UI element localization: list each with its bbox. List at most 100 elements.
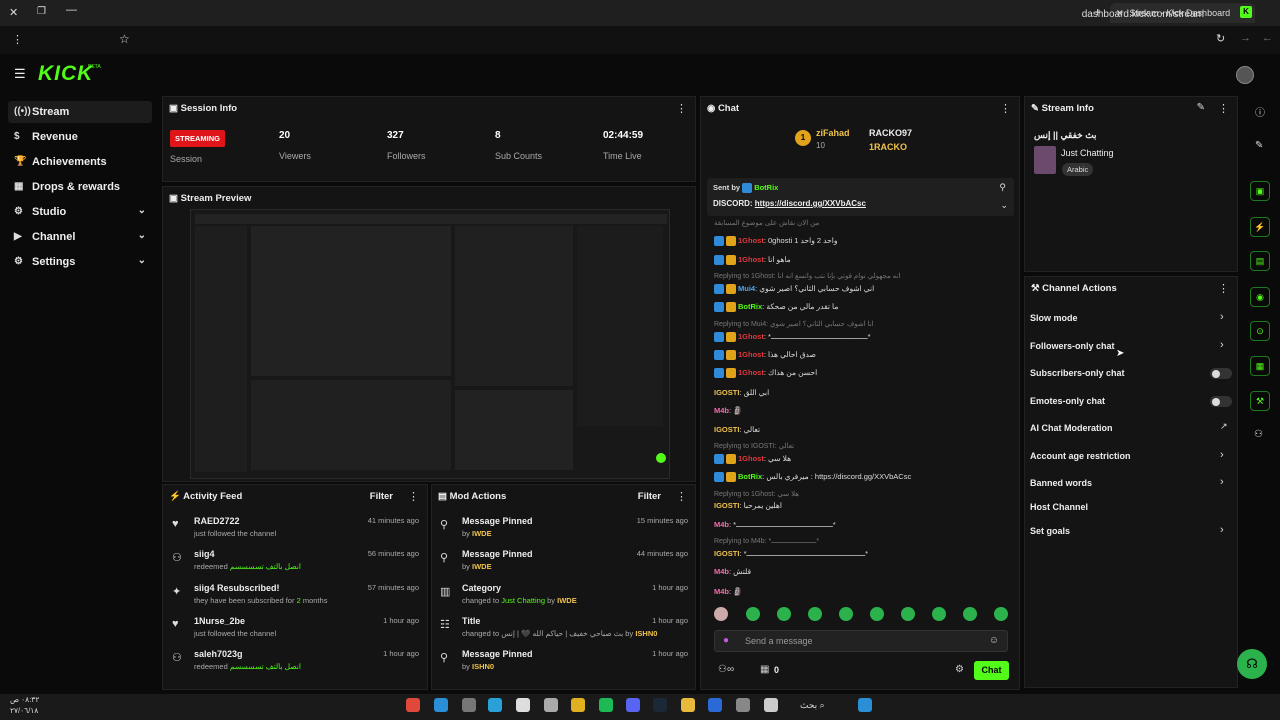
top-gifter-2-name[interactable]: RACKO97 xyxy=(869,128,912,138)
more-options-icon[interactable]: ⋮ xyxy=(676,490,687,503)
chat-username[interactable]: 1Ghost xyxy=(738,368,764,377)
more-options-icon[interactable]: ⋮ xyxy=(1218,102,1229,115)
account-age-restriction-item[interactable]: Account age restriction xyxy=(1030,451,1131,461)
chevron-right-icon[interactable]: › xyxy=(1220,524,1224,536)
chat-username[interactable]: 1Ghost xyxy=(738,454,764,463)
chat-message[interactable]: M4b: قلتش xyxy=(714,567,751,576)
app-icon[interactable] xyxy=(764,698,778,712)
kick-logo[interactable]: KICK xyxy=(38,62,93,86)
capture-icon[interactable]: ▣ xyxy=(1250,181,1270,201)
chat-message[interactable]: Mui4: اني اشوف حسابي الثاني؟ اصير شوي xyxy=(714,284,874,295)
pinned-message[interactable]: Sent by BotRix DISCORD: https://discord.… xyxy=(707,178,1014,216)
sidebar-item-stream[interactable]: ((•)) Stream xyxy=(8,101,152,123)
activity-item[interactable]: ⚇ saleh7023g redeemed انصل بالتف تسسسسم … xyxy=(172,649,422,679)
activity-item[interactable]: ♥ 1Nurse_2be just followed the channel 1… xyxy=(172,616,422,646)
chat-message[interactable]: 1Ghost: ماهو انا xyxy=(714,255,791,266)
chat-message[interactable]: IGOSTI: اهلين يمرحبا xyxy=(714,501,782,510)
mod-action-item[interactable]: ⚲ Message Pinned by IWDE 15 minutes ago xyxy=(440,516,690,546)
menu-dots-icon[interactable]: ⋮ xyxy=(12,33,23,46)
chat-username[interactable]: IGOSTI xyxy=(714,501,739,510)
more-options-icon[interactable]: ⋮ xyxy=(676,102,687,115)
steam-icon[interactable] xyxy=(653,698,667,712)
chat-message[interactable]: M4b: *ــــــــــــــــــــــــــــــــــ… xyxy=(714,520,836,529)
category-name[interactable]: Just Chatting xyxy=(1061,148,1114,158)
more-options-icon[interactable]: ⋮ xyxy=(1218,282,1229,295)
emote-icon[interactable] xyxy=(994,607,1008,621)
mod-action-item[interactable]: ▥ Category changed to Just Chatting by I… xyxy=(440,583,690,613)
discord-icon[interactable] xyxy=(626,698,640,712)
restore-icon[interactable]: ❐ xyxy=(37,6,46,17)
emote-icon[interactable] xyxy=(808,607,822,621)
chat-settings-icon[interactable]: ⚙ xyxy=(955,664,964,675)
emote-icon[interactable] xyxy=(839,607,853,621)
chat-username[interactable]: 1Ghost xyxy=(738,255,764,264)
layout-icon[interactable]: ▦ xyxy=(1250,356,1270,376)
chat-username[interactable]: M4b xyxy=(714,587,729,596)
community-icon[interactable]: ⚇ xyxy=(1254,429,1263,440)
bookmark-star-icon[interactable]: ☆ xyxy=(119,32,130,46)
emote-icon[interactable] xyxy=(870,607,884,621)
taskbar-search[interactable]: بحث ⌕ xyxy=(800,700,825,711)
mod-action-item[interactable]: ☷ Title changed to بث صباحي خفيف | حياكم… xyxy=(440,616,690,646)
chatgpt-icon[interactable] xyxy=(544,698,558,712)
emote-icon[interactable] xyxy=(901,607,915,621)
chat-send-button[interactable]: Chat xyxy=(974,661,1009,680)
app-icon[interactable] xyxy=(708,698,722,712)
spotify-icon[interactable] xyxy=(599,698,613,712)
edge-icon[interactable] xyxy=(434,698,448,712)
chat-username[interactable]: IGOSTI xyxy=(714,388,739,397)
chat-message[interactable]: 1Ghost: *ـــــــــــــــــــــــــــــــ… xyxy=(714,332,871,343)
sidebar-item-achievements[interactable]: 🏆 Achievements xyxy=(8,151,152,173)
folder-icon[interactable] xyxy=(681,698,695,712)
sidebar-item-settings[interactable]: ⚙ Settings ⌄ xyxy=(8,251,152,273)
emote-icon[interactable] xyxy=(746,607,760,621)
chat-message[interactable]: BotRix: ميرفري بالس : https://discord.gg… xyxy=(714,472,911,483)
broadcast-icon[interactable]: ⊙ xyxy=(1250,321,1270,341)
top-gifter-name[interactable]: ziFahad xyxy=(816,128,850,138)
sidebar-item-studio[interactable]: ⚙ Studio ⌄ xyxy=(8,201,152,223)
category-thumbnail[interactable] xyxy=(1034,146,1056,174)
microphone-icon[interactable]: ● xyxy=(723,635,729,646)
emote-icon[interactable] xyxy=(777,607,791,621)
wrench-icon[interactable]: ⚒ xyxy=(1250,391,1270,411)
chevron-down-icon[interactable]: ⌄ xyxy=(1000,200,1008,211)
activity-item[interactable]: ♥ RAED2722 just followed the channel 41 … xyxy=(172,516,422,546)
document-icon[interactable]: ▤ xyxy=(1250,251,1270,271)
chevron-right-icon[interactable]: › xyxy=(1220,311,1224,323)
activity-item[interactable]: ⚇ siig4 redeemed انصل بالتف تسسسسم 56 mi… xyxy=(172,549,422,579)
activity-filter-button[interactable]: Filter xyxy=(370,491,393,502)
close-icon[interactable]: ✕ xyxy=(9,6,18,19)
chevron-right-icon[interactable]: › xyxy=(1220,476,1224,488)
reload-icon[interactable]: ↻ xyxy=(1216,32,1225,45)
chat-username[interactable]: IGOSTI xyxy=(714,549,739,558)
pin-icon[interactable]: ⚲ xyxy=(999,182,1006,193)
url-text[interactable]: dashboard.kick.com/stream xyxy=(1082,9,1204,20)
emote-icon[interactable] xyxy=(963,607,977,621)
community-icon[interactable]: ⚇∞ xyxy=(718,664,734,675)
store-icon[interactable] xyxy=(516,698,530,712)
more-options-icon[interactable]: ⋮ xyxy=(1000,102,1011,115)
mod-action-item[interactable]: ⚲ Message Pinned by IWDE 44 minutes ago xyxy=(440,549,690,579)
sidebar-item-revenue[interactable]: $ Revenue xyxy=(8,126,152,148)
settings-icon[interactable] xyxy=(736,698,750,712)
chat-username[interactable]: Mui4 xyxy=(738,284,755,293)
chat-username[interactable]: M4b xyxy=(714,520,729,529)
chat-username[interactable]: BotRix xyxy=(738,472,762,481)
chat-message[interactable]: 1Ghost: 0ghosti 1 واحد 2 واحد xyxy=(714,236,837,247)
chat-username[interactable]: 1Ghost xyxy=(738,332,764,341)
chat-message[interactable]: M4b: 🗿 xyxy=(714,587,743,596)
chat-message[interactable]: M4b: 🗿 xyxy=(714,406,743,415)
support-chat-icon[interactable]: ☊ xyxy=(1237,649,1267,679)
more-options-icon[interactable]: ⋮ xyxy=(408,490,419,503)
host-channel-item[interactable]: Host Channel xyxy=(1030,502,1088,512)
chevron-right-icon[interactable]: › xyxy=(1220,449,1224,461)
back-icon[interactable]: ← xyxy=(1262,32,1273,44)
avatar[interactable] xyxy=(1236,66,1254,84)
telegram-icon[interactable] xyxy=(488,698,502,712)
followers-only-chat-item[interactable]: Followers-only chat xyxy=(1030,341,1115,351)
top-gifter-3-name[interactable]: 1RACKO xyxy=(869,142,907,152)
windows-start-icon[interactable] xyxy=(858,698,872,712)
app-icon[interactable] xyxy=(462,698,476,712)
sidebar-item-channel[interactable]: ▶ Channel ⌄ xyxy=(8,226,152,248)
chat-message[interactable]: IGOSTI: ابي اللق xyxy=(714,388,769,397)
